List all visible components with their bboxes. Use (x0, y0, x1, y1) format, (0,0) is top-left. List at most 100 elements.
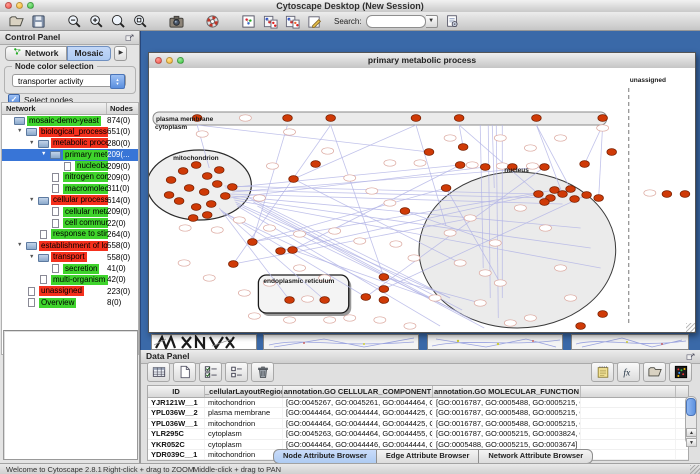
graph-label-node[interactable] (384, 160, 396, 166)
graph-label-node[interactable] (248, 313, 260, 319)
tree-row[interactable]: response to stimulu264(0) (2, 229, 138, 240)
background-window[interactable] (263, 334, 419, 350)
graph-label-node[interactable] (283, 317, 295, 323)
graph-label-node[interactable] (238, 290, 250, 296)
graph-node[interactable] (202, 212, 212, 219)
tree-row[interactable]: ▼cellular process614(0) (2, 195, 138, 206)
tree-row[interactable]: cell communicat22(0) (2, 218, 138, 229)
help-icon[interactable] (204, 13, 221, 30)
graph-node[interactable] (166, 177, 176, 184)
table-row[interactable]: YPL036W__2plasma membrane[GO:0044464, GO… (148, 408, 688, 418)
graph-node[interactable] (411, 115, 421, 122)
graph-label-node[interactable] (504, 320, 516, 326)
graph-label-node[interactable] (454, 260, 466, 266)
graph-node[interactable] (455, 162, 465, 169)
unselect-attributes-icon[interactable] (225, 362, 248, 382)
graph-node[interactable] (174, 198, 184, 205)
birdseye-view[interactable] (3, 330, 138, 460)
graph-node[interactable] (566, 186, 576, 193)
graph-node[interactable] (164, 192, 174, 199)
graph-node[interactable] (206, 201, 216, 208)
network-canvas[interactable]: plasma membranecytoplasmmitochondrionnuc… (149, 68, 695, 332)
graph-node[interactable] (662, 191, 672, 198)
column-header[interactable]: ID (148, 386, 205, 397)
graph-label-node[interactable] (408, 255, 420, 261)
table-row[interactable]: YJR121W__1mitochondrion[GO:0045267, GO:0… (148, 398, 688, 408)
column-header[interactable] (581, 386, 676, 397)
graph-node[interactable] (582, 192, 592, 199)
graph-node[interactable] (534, 191, 544, 198)
snapshot-icon[interactable] (168, 13, 185, 30)
graph-node[interactable] (220, 193, 230, 200)
graph-label-node[interactable] (179, 225, 191, 231)
matrix-icon[interactable] (669, 362, 692, 382)
tab-mosaic[interactable]: Mosaic (67, 46, 112, 61)
search-options-icon[interactable] (444, 13, 461, 30)
graph-label-node[interactable] (479, 270, 491, 276)
tree-row[interactable]: ▼biological_process651(0) (2, 126, 138, 137)
graph-node[interactable] (361, 294, 371, 301)
graph-node[interactable] (178, 168, 188, 175)
graph-label-node[interactable] (294, 265, 306, 271)
graph-label-node[interactable] (524, 315, 536, 321)
tree-row[interactable]: ▼establishment of lo558(0) (2, 240, 138, 251)
tree-row[interactable]: nitrogen compo209(0) (2, 172, 138, 183)
graph-node[interactable] (248, 239, 258, 246)
graph-node[interactable] (283, 115, 293, 122)
zoom-selected-icon[interactable] (132, 13, 149, 30)
app-resize-grip[interactable] (690, 465, 700, 474)
graph-node[interactable] (580, 161, 590, 168)
tree-row[interactable]: secretion41(0) (2, 263, 138, 274)
graph-node[interactable] (480, 164, 490, 171)
graph-label-node[interactable] (524, 145, 536, 151)
graph-label-node[interactable] (374, 317, 386, 323)
graph-node[interactable] (379, 297, 389, 304)
graph-label-node[interactable] (354, 238, 366, 244)
search-dropdown-button[interactable]: ▼ (426, 15, 438, 28)
table-row[interactable]: YLR295Ccytoplasm[GO:0045263, GO:0044464,… (148, 429, 688, 439)
tree-row[interactable]: ▼primary metabol209(... (2, 149, 138, 160)
graph-label-node[interactable] (565, 295, 577, 301)
graph-label-node[interactable] (464, 215, 476, 221)
tree-row[interactable]: cellular metabol209(0) (2, 206, 138, 217)
new-attribute-icon[interactable] (173, 362, 196, 382)
graph-label-node[interactable] (466, 162, 478, 168)
import-attributes-icon[interactable] (643, 362, 666, 382)
annotation-icon[interactable] (306, 13, 323, 30)
window-resize-grip[interactable] (686, 323, 695, 332)
graph-node[interactable] (228, 261, 238, 268)
graph-label-node[interactable] (366, 188, 378, 194)
graph-node[interactable] (532, 115, 542, 122)
tab-overflow-button[interactable]: ▶ (114, 46, 127, 61)
graph-node[interactable] (540, 199, 550, 206)
column-header[interactable]: annotation.GO CELLULAR_COMPONENT (283, 386, 433, 397)
graph-node[interactable] (454, 115, 464, 122)
graph-node[interactable] (214, 167, 224, 174)
function-builder-icon[interactable]: fx (617, 362, 640, 382)
graph-label-node[interactable] (344, 315, 356, 321)
network-window-titlebar[interactable]: primary metabolic process (149, 53, 695, 69)
graph-label-node[interactable] (597, 125, 609, 131)
graph-label-node[interactable] (211, 227, 223, 233)
column-header[interactable]: _cellularLayoutRegion (205, 386, 283, 397)
search-input[interactable] (366, 15, 426, 28)
graph-label-node[interactable] (263, 225, 275, 231)
scroll-up-button[interactable]: ▲ (686, 428, 697, 437)
graph-node[interactable] (227, 184, 237, 191)
zoom-fit-icon[interactable] (110, 13, 127, 30)
graph-node[interactable] (570, 196, 580, 203)
attribute-table-icon[interactable] (147, 362, 170, 382)
graph-node[interactable] (379, 286, 389, 293)
graph-node[interactable] (458, 144, 468, 151)
zoom-button[interactable] (177, 57, 184, 64)
tab-network[interactable]: Network (5, 46, 67, 61)
graph-node[interactable] (311, 161, 321, 168)
open-folder-icon[interactable] (8, 13, 25, 30)
background-window[interactable] (151, 334, 257, 350)
tree-row[interactable]: multi-organism pro42(0) (2, 274, 138, 285)
graph-label-node[interactable] (494, 280, 506, 286)
graph-label-node[interactable] (554, 265, 566, 271)
graph-node[interactable] (320, 297, 330, 304)
graph-label-node[interactable] (384, 200, 396, 206)
graph-label-node[interactable] (554, 135, 566, 141)
